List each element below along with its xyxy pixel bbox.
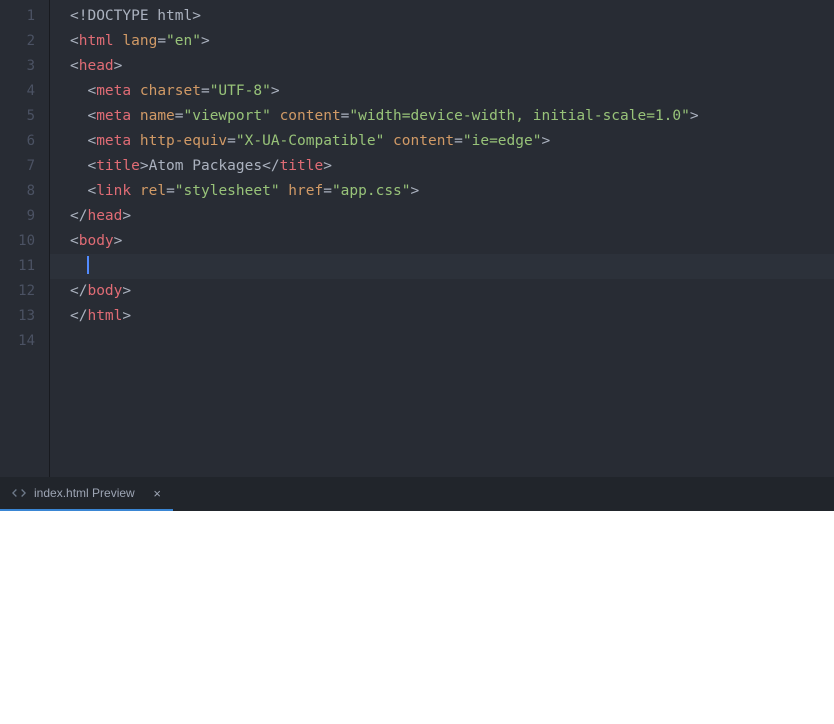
code-line[interactable]: </html> — [50, 304, 834, 329]
preview-tab-label: index.html Preview — [34, 486, 135, 500]
code-line[interactable]: <meta name="viewport" content="width=dev… — [50, 104, 834, 129]
preview-panel: index.html Preview × — [0, 477, 834, 724]
close-icon[interactable]: × — [153, 486, 161, 501]
code-line[interactable]: <meta http-equiv="X-UA-Compatible" conte… — [50, 129, 834, 154]
line-number: 12 — [0, 279, 49, 304]
line-number: 2 — [0, 29, 49, 54]
line-number: 5 — [0, 104, 49, 129]
preview-tab[interactable]: index.html Preview × — [0, 477, 173, 511]
code-line[interactable]: </head> — [50, 204, 834, 229]
code-area[interactable]: <!DOCTYPE html><html lang="en"><head> <m… — [50, 0, 834, 477]
code-line[interactable]: <title>Atom Packages</title> — [50, 154, 834, 179]
code-icon — [12, 486, 26, 500]
code-line[interactable] — [50, 329, 834, 354]
line-number: 1 — [0, 4, 49, 29]
line-number: 3 — [0, 54, 49, 79]
line-number: 4 — [0, 79, 49, 104]
line-number: 13 — [0, 304, 49, 329]
code-line[interactable]: <link rel="stylesheet" href="app.css"> — [50, 179, 834, 204]
preview-tab-bar: index.html Preview × — [0, 477, 834, 511]
code-line[interactable] — [50, 254, 834, 279]
line-number-gutter: 1234567891011121314 — [0, 0, 50, 477]
line-number: 11 — [0, 254, 49, 279]
line-number: 7 — [0, 154, 49, 179]
line-number: 9 — [0, 204, 49, 229]
code-line[interactable]: <body> — [50, 229, 834, 254]
editor-pane[interactable]: 1234567891011121314 <!DOCTYPE html><html… — [0, 0, 834, 477]
code-line[interactable]: </body> — [50, 279, 834, 304]
preview-content[interactable] — [0, 511, 834, 724]
line-number: 10 — [0, 229, 49, 254]
text-cursor — [87, 256, 89, 274]
line-number: 14 — [0, 329, 49, 354]
line-number: 8 — [0, 179, 49, 204]
code-line[interactable]: <head> — [50, 54, 834, 79]
code-line[interactable]: <meta charset="UTF-8"> — [50, 79, 834, 104]
code-line[interactable]: <html lang="en"> — [50, 29, 834, 54]
code-line[interactable]: <!DOCTYPE html> — [50, 4, 834, 29]
line-number: 6 — [0, 129, 49, 154]
